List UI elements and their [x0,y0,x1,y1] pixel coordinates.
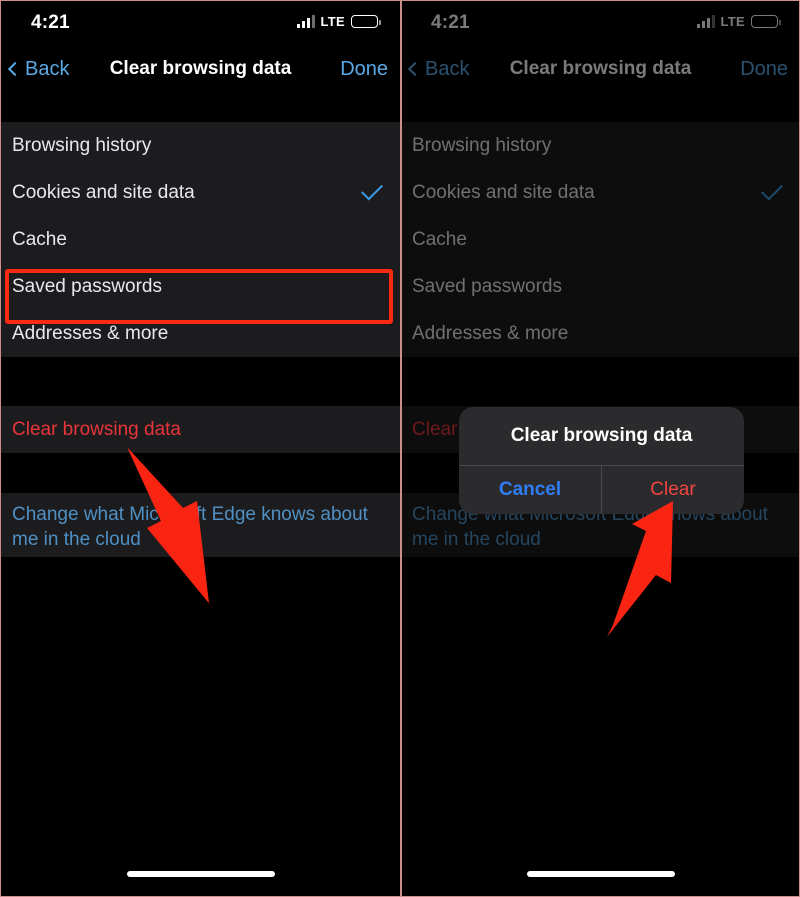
cloud-privacy-link-label: Change what Microsoft Edge knows about m… [12,504,368,551]
status-time: 4:21 [31,12,70,33]
dialog-actions: Cancel Clear [459,465,744,514]
clear-browsing-data-button[interactable]: Clear browsing data [1,406,400,453]
cloud-privacy-link[interactable]: Change what Microsoft Edge knows about m… [1,493,400,557]
option-label: Cookies and site data [12,181,195,203]
data-type-options-list: Browsing history Cookies and site data C… [1,122,400,357]
option-row-cache[interactable]: Cache [1,216,400,263]
option-label: Saved passwords [12,275,162,297]
done-button[interactable]: Done [340,46,388,92]
dialog-title: Clear browsing data [510,425,693,446]
status-indicators: LTE [296,14,381,29]
dialog-clear-button[interactable]: Clear [601,466,744,514]
option-label: Addresses & more [12,322,169,344]
navigation-bar: Back Clear browsing data Done [1,46,400,92]
option-row-cookies-and-site-data[interactable]: Cookies and site data [1,169,400,216]
clear-browsing-data-section: Clear browsing data [1,406,400,453]
carrier-label: LTE [320,14,345,29]
checkmark-icon [361,178,383,201]
battery-icon [351,15,381,28]
option-row-browsing-history[interactable]: Browsing history [1,122,400,169]
phone-screen-right: 4:21 LTE Back Clear browsing data Done B… [401,1,799,896]
settings-content: Browsing history Cookies and site data C… [1,92,400,896]
home-indicator [526,871,675,877]
option-row-saved-passwords[interactable]: Saved passwords [1,263,400,310]
option-label: Cache [12,228,67,250]
screenshot-root: 4:21 LTE Back Clear browsing data Done B… [0,0,800,897]
status-bar: 4:21 LTE [1,1,400,46]
option-row-addresses-and-more[interactable]: Addresses & more [1,310,400,357]
clear-browsing-data-label: Clear browsing data [12,418,181,440]
phone-screen-left: 4:21 LTE Back Clear browsing data Done B… [1,1,400,896]
home-indicator [126,871,275,877]
dialog-cancel-button[interactable]: Cancel [459,466,601,514]
signal-bars-icon [296,15,315,28]
option-label: Browsing history [12,134,152,156]
clear-browsing-data-dialog: Clear browsing data Cancel Clear [459,407,744,514]
cloud-privacy-link-section: Change what Microsoft Edge knows about m… [1,493,400,557]
panel-divider [400,1,402,896]
